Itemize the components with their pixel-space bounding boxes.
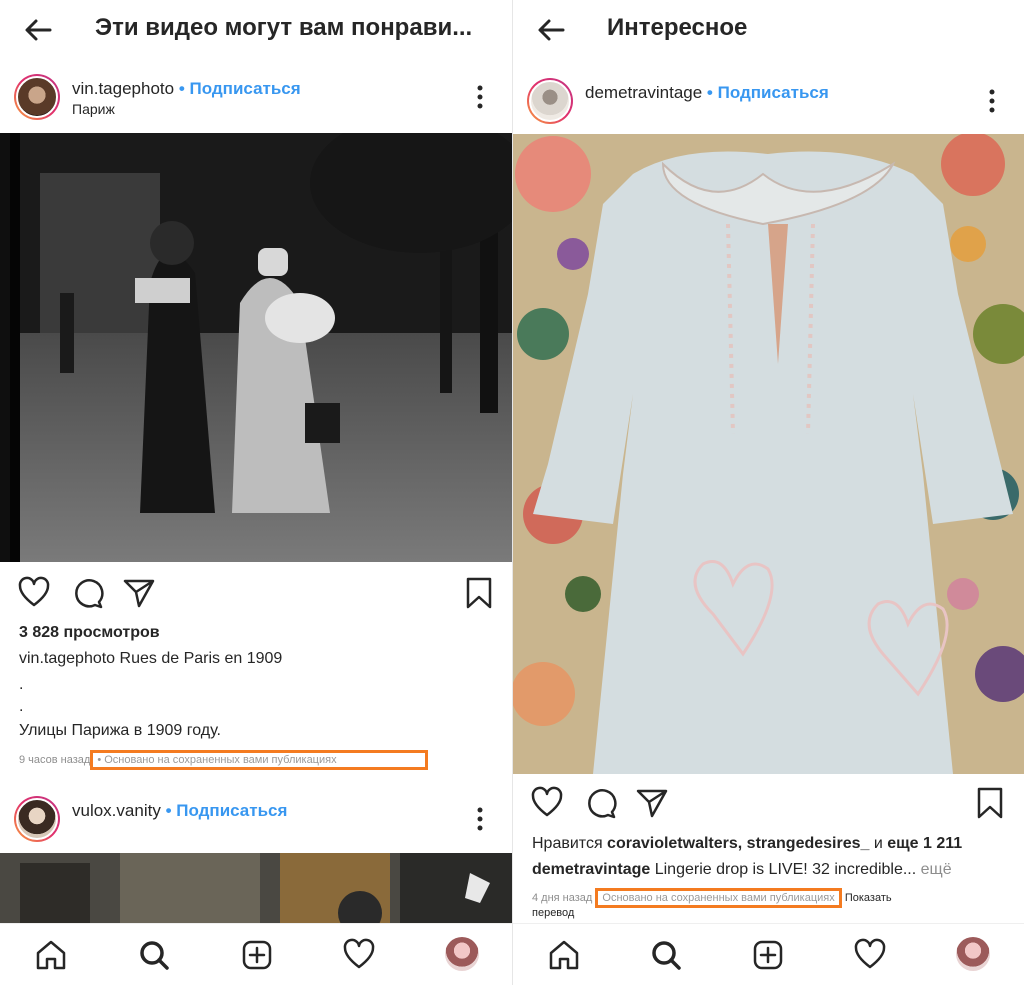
room-scene-image [0, 853, 512, 923]
post-actions [0, 576, 512, 616]
timestamp: 9 часов назад [19, 754, 91, 766]
profile-avatar[interactable] [956, 937, 990, 971]
post-actions [513, 786, 1024, 826]
caption-username[interactable]: vin.tagephoto [19, 650, 115, 667]
username[interactable]: vulox.vanity [72, 801, 161, 820]
separator-dot: • [178, 79, 185, 98]
follow-button[interactable]: Подписаться [718, 83, 829, 102]
views-count[interactable]: 3 828 просмотров [19, 624, 160, 642]
page-title: Эти видео могут вам понрави... [95, 14, 473, 41]
add-icon[interactable] [240, 938, 274, 972]
page-title: Интересное [607, 14, 748, 41]
likes-users[interactable]: coravioletwalters, strangedesires_ [607, 835, 869, 852]
likes-prefix: Нравится [532, 835, 608, 852]
add-icon[interactable] [751, 938, 785, 972]
avatar[interactable] [14, 74, 60, 120]
post-video[interactable] [0, 133, 512, 562]
post-header: demetravintage • Подписаться [513, 72, 1024, 132]
share-icon[interactable] [635, 786, 669, 820]
top-bar: Эти видео могут вам понрави... [0, 0, 512, 62]
separator-dot: • [165, 801, 172, 820]
bookmark-icon[interactable] [462, 576, 496, 610]
comment-icon[interactable] [583, 786, 617, 820]
search-icon[interactable] [137, 938, 171, 972]
profile-avatar[interactable] [445, 937, 479, 971]
home-icon[interactable] [547, 938, 581, 972]
recommendation-reason: Основано на сохраненных вами публикациях [595, 888, 842, 908]
more-icon[interactable] [470, 84, 490, 110]
post-image[interactable] [513, 134, 1024, 774]
post-meta: 4 дня назад Основано на сохраненных вами… [532, 888, 892, 908]
translate-link-continued[interactable]: перевод [532, 907, 574, 919]
more-icon[interactable] [470, 806, 490, 832]
bottom-navigation [0, 923, 512, 985]
activity-heart-icon[interactable] [853, 938, 887, 972]
post-header: vulox.vanity • Подписаться [0, 790, 512, 850]
username[interactable]: demetravintage [585, 83, 702, 102]
right-screen: Интересное demetravintage • Подписаться [513, 0, 1024, 985]
likes-line[interactable]: Нравится coravioletwalters, strangedesir… [532, 835, 962, 853]
caption-text: Lingerie drop is LIVE! 32 incredible... [650, 861, 917, 878]
post-image[interactable] [0, 853, 512, 923]
activity-heart-icon[interactable] [342, 938, 376, 972]
recommendation-reason: • Основано на сохраненных вами публикаци… [90, 750, 429, 770]
heart-icon[interactable] [530, 786, 564, 820]
bookmark-icon[interactable] [973, 786, 1007, 820]
home-icon[interactable] [34, 938, 68, 972]
more-icon[interactable] [982, 88, 1002, 114]
caption-username[interactable]: demetravintage [532, 861, 650, 878]
follow-button[interactable]: Подписаться [176, 801, 287, 820]
username[interactable]: vin.tagephoto [72, 79, 174, 98]
location[interactable]: Париж [72, 101, 115, 117]
translate-link[interactable]: Показать [845, 892, 892, 904]
timestamp: 4 дня назад [532, 892, 593, 904]
caption-text: Rues de Paris en 1909 [119, 650, 283, 667]
street-scene-image [10, 133, 512, 562]
likes-more[interactable]: еще 1 211 [887, 835, 962, 852]
comment-icon[interactable] [70, 576, 104, 610]
back-arrow-icon[interactable] [20, 12, 56, 48]
search-icon[interactable] [649, 938, 683, 972]
caption-dot: . [19, 698, 24, 715]
dress-photo-image [513, 134, 1024, 774]
follow-button[interactable]: Подписаться [190, 79, 301, 98]
caption-dot: . [19, 676, 24, 693]
caption: vin.tagephoto Rues de Paris en 1909 [19, 650, 282, 668]
caption-more[interactable]: ещё [916, 861, 952, 878]
avatar[interactable] [527, 78, 573, 124]
separator-dot: • [706, 83, 713, 102]
avatar[interactable] [14, 796, 60, 842]
caption: demetravintage Lingerie drop is LIVE! 32… [532, 861, 952, 879]
post-header: vin.tagephoto • Подписаться Париж [0, 68, 512, 128]
caption-line: Улицы Парижа в 1909 году. [19, 722, 221, 739]
left-screen: Эти видео могут вам понрави... vin.tagep… [0, 0, 512, 985]
share-icon[interactable] [122, 576, 156, 610]
bottom-navigation [513, 923, 1024, 985]
likes-and: и [869, 835, 888, 852]
back-arrow-icon[interactable] [533, 12, 569, 48]
heart-icon[interactable] [17, 576, 51, 610]
top-bar: Интересное [513, 0, 1024, 62]
post-meta: 9 часов назад • Основано на сохраненных в… [19, 750, 429, 770]
